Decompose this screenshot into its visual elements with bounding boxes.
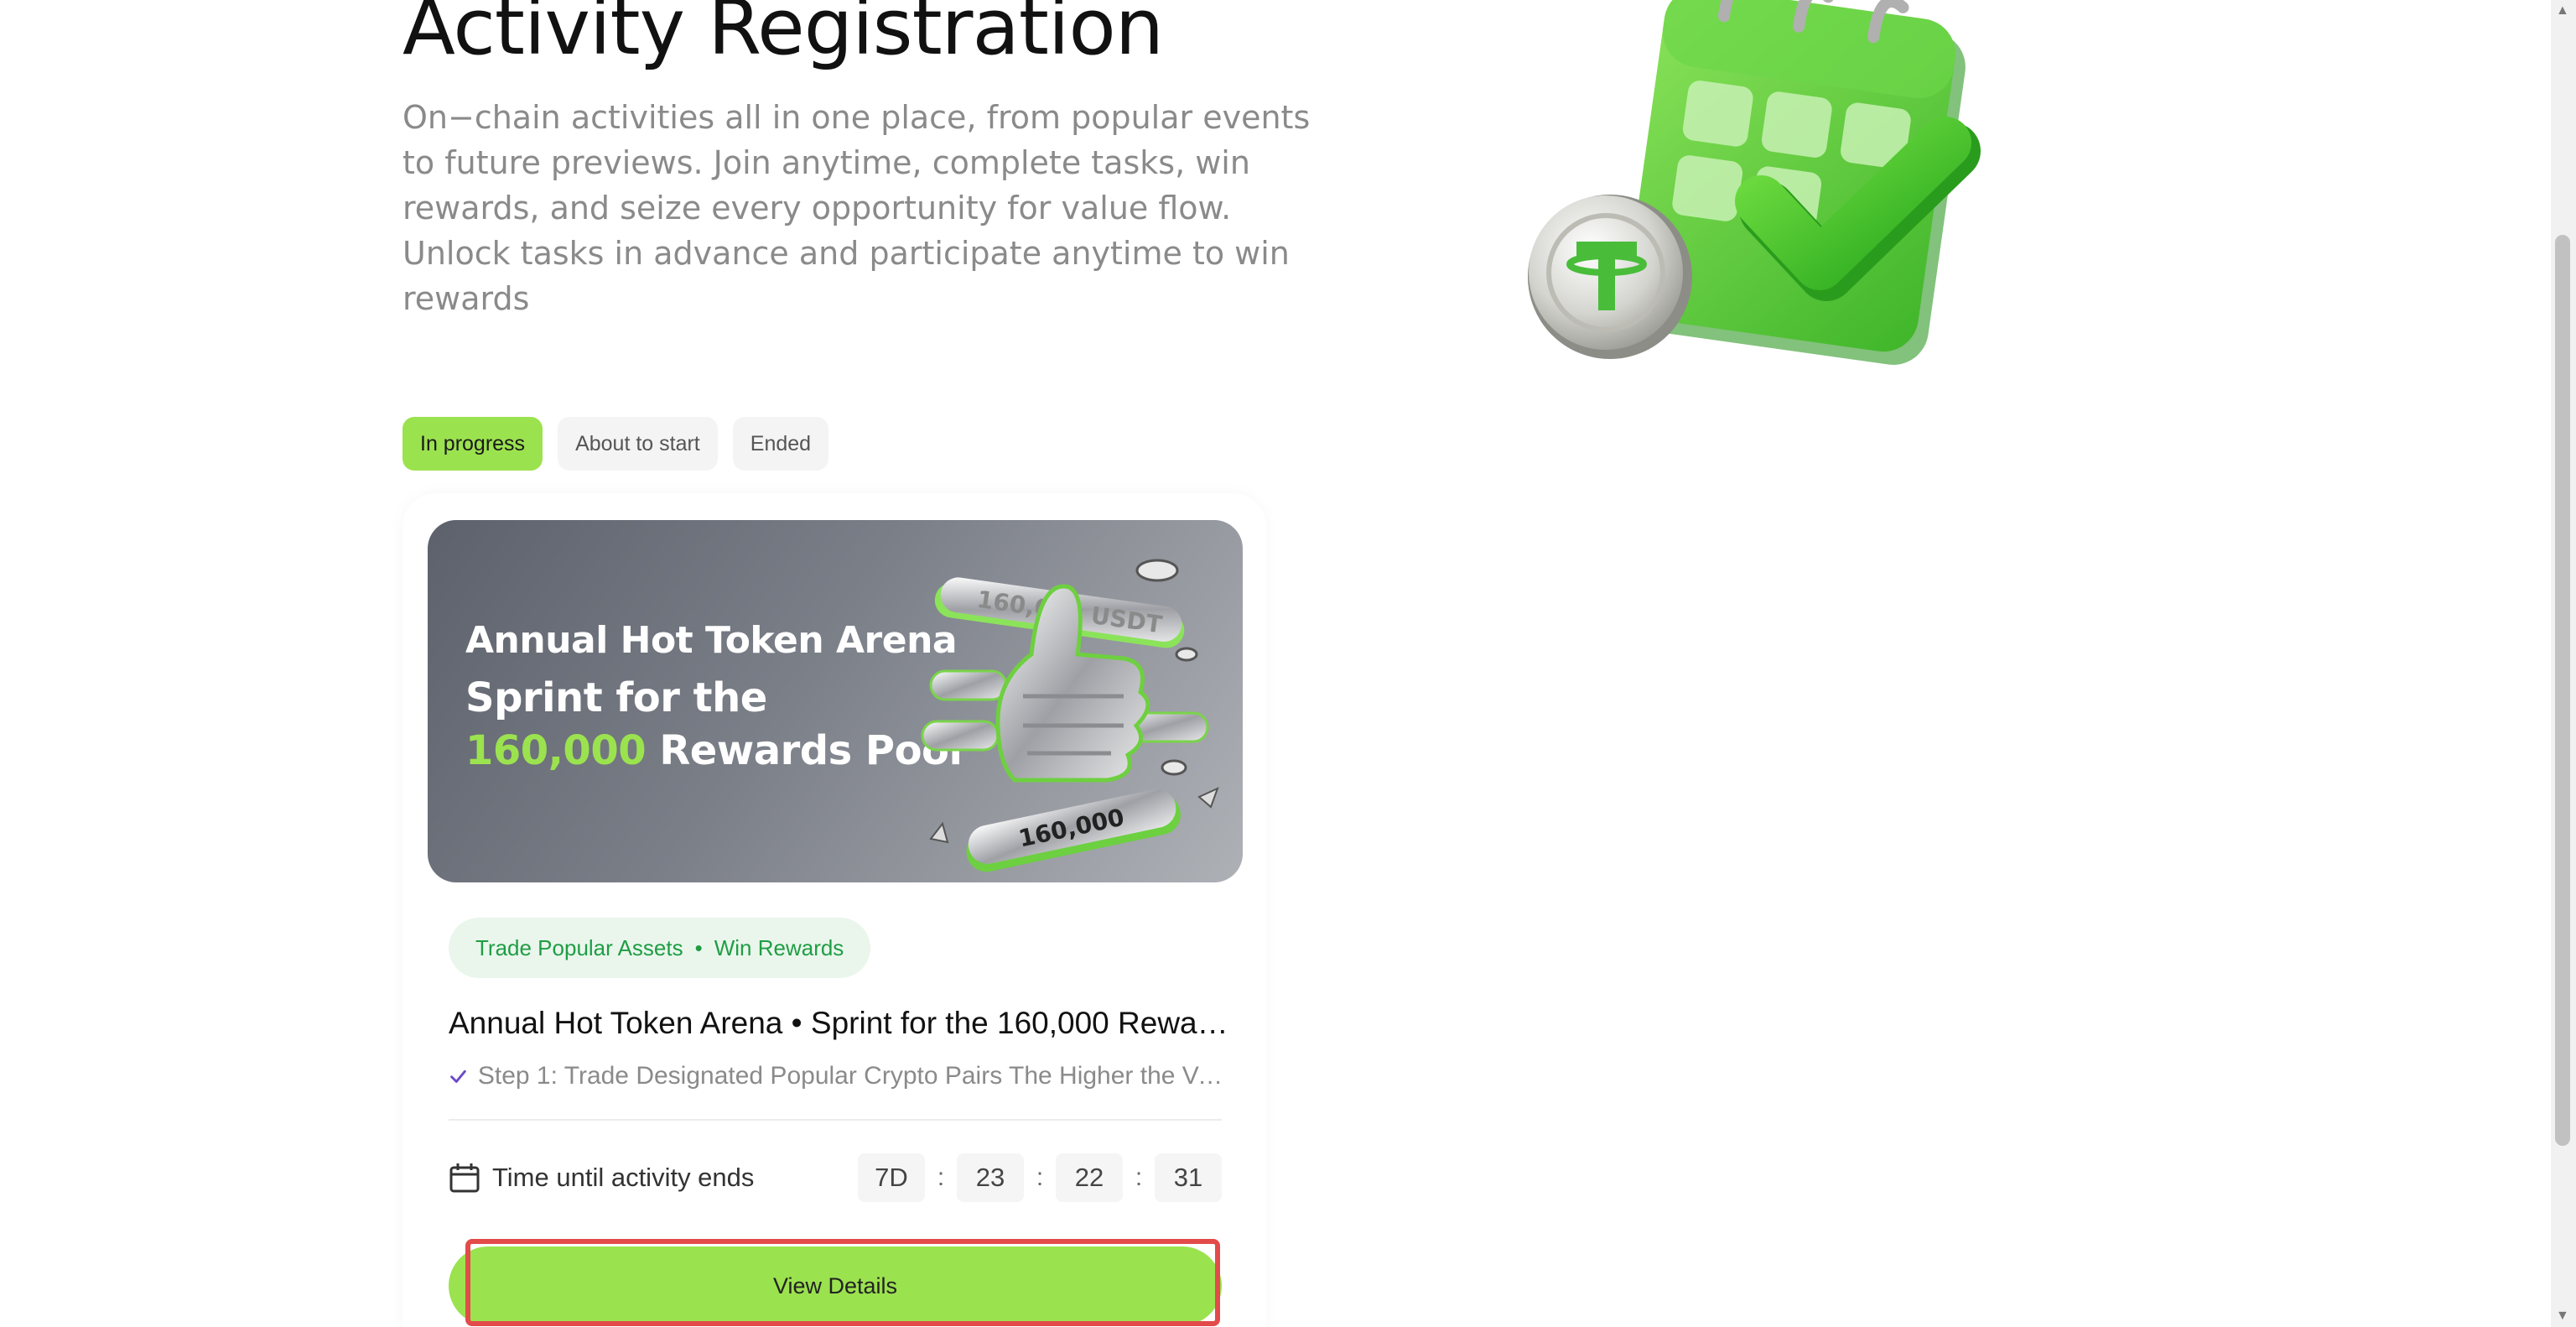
tab-in-progress[interactable]: In progress	[402, 417, 543, 471]
thumbs-up-trophy-icon: 160,000 USDT 160,000	[921, 559, 1219, 872]
page: Activity Registration On−chain activitie…	[0, 0, 2576, 1327]
countdown-days: 7D	[858, 1153, 925, 1202]
activity-tag: Trade Popular Assets • Win Rewards	[449, 918, 871, 978]
page-description: On−chain activities all in one place, fr…	[402, 99, 1311, 317]
vertical-scrollbar[interactable]: ▲ ▼	[2551, 0, 2576, 1327]
banner-highlight-amount: 160,000	[465, 727, 647, 774]
check-icon	[450, 1069, 466, 1083]
calendar-check-illustration	[1528, 0, 1981, 365]
tab-ended[interactable]: Ended	[732, 417, 829, 471]
banner-line-1: Annual Hot Token Arena	[465, 619, 958, 662]
banner-line-3: 160,000 Rewards Pool	[465, 725, 963, 777]
tag-separator: •	[694, 934, 703, 960]
divider	[449, 1119, 1222, 1121]
countdown-separator: :	[937, 1163, 945, 1191]
countdown-hours: 23	[957, 1153, 1024, 1202]
scroll-up-icon[interactable]: ▲	[2556, 3, 2569, 18]
tab-about-to-start[interactable]: About to start	[558, 417, 718, 471]
countdown-separator: :	[1036, 1163, 1044, 1191]
tag-right: Win Rewards	[714, 934, 844, 960]
banner-headline: Annual Hot Token Arena Sprint for the 16…	[465, 614, 963, 777]
activity-card[interactable]: Annual Hot Token Arena Sprint for the 16…	[402, 493, 1266, 1327]
step-text: Step 1: Trade Designated Popular Crypto …	[477, 1062, 1230, 1090]
countdown-label: Time until activity ends	[449, 1153, 754, 1203]
status-tabs: In progress About to start Ended	[402, 417, 829, 471]
countdown-row: Time until activity ends 7D : 23 : 22 : …	[449, 1153, 1222, 1203]
calendar-icon	[449, 1163, 480, 1193]
activity-step: Step 1: Trade Designated Popular Crypto …	[449, 1062, 1230, 1090]
scroll-down-icon[interactable]: ▼	[2556, 1309, 2569, 1324]
countdown-minutes: 22	[1056, 1153, 1123, 1202]
countdown-values: 7D : 23 : 22 : 31	[858, 1153, 1222, 1203]
tag-left: Trade Popular Assets	[475, 934, 683, 960]
view-details-label: View Details	[772, 1272, 898, 1298]
activity-title[interactable]: Annual Hot Token Arena • Sprint for the …	[449, 1006, 1230, 1041]
page-title: Activity Registration	[402, 0, 1164, 72]
countdown-label-text: Time until activity ends	[492, 1163, 755, 1192]
banner-line-2: Sprint for the	[465, 674, 767, 721]
countdown-separator: :	[1135, 1163, 1143, 1191]
countdown-seconds: 31	[1155, 1153, 1222, 1202]
activity-banner[interactable]: Annual Hot Token Arena Sprint for the 16…	[428, 520, 1243, 882]
scrollbar-thumb[interactable]	[2555, 235, 2570, 1146]
view-details-button[interactable]: View Details	[449, 1239, 1222, 1326]
